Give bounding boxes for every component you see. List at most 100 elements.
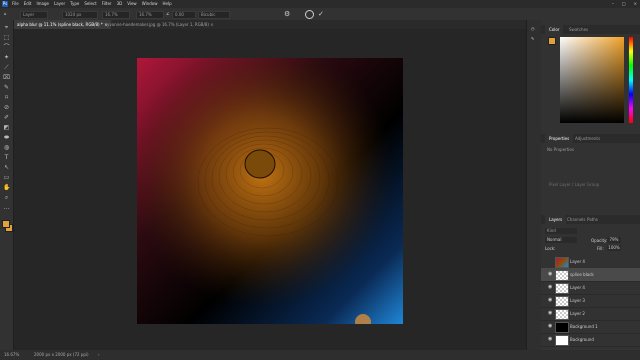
menu-type[interactable]: Type [70,0,79,8]
clone-stamp-icon[interactable]: ✐ [3,114,10,121]
interpolation-select[interactable]: Bicubic [198,11,230,19]
hand-tool-icon[interactable]: ✋ [3,184,10,191]
layer-thumbnail [555,335,569,346]
mode-select[interactable]: Layer [20,11,48,19]
layer-thumbnail [555,296,569,307]
menu-3d[interactable]: 3D [117,0,123,8]
angle-field[interactable]: 0.00 [172,11,196,19]
layers-panel-tabs: Layers Channels Paths [541,215,640,224]
minimize-button[interactable]: – [612,0,614,8]
document-canvas[interactable] [137,58,403,324]
menu-filter[interactable]: Filter [102,0,112,8]
layer-row[interactable]: ◉ Layer 2 [541,307,640,321]
properties-hint-text: Pixel Layer / Layer Group [549,182,600,187]
lasso-tool-icon[interactable]: ⌒ [3,44,10,51]
layer-name: Background [570,337,594,342]
no-properties-text: No Properties [547,147,574,152]
color-picker-field[interactable] [560,37,624,123]
marquee-tool-icon[interactable]: ⬚ [3,34,10,41]
visibility-eye-icon[interactable]: ◉ [548,294,552,307]
path-selection-icon[interactable]: ↖ [3,164,10,171]
menu-view[interactable]: View [127,0,137,8]
frame-tool-icon[interactable]: ⌧ [3,74,10,81]
commit-transform-icon[interactable]: ✓ [318,8,324,20]
layer-row[interactable]: Layer 4 [541,255,640,269]
layer-row[interactable]: ◉ Background [541,333,640,347]
zoom-tool-icon[interactable]: ⌕ [3,194,10,201]
layer-name: Layer 3 [570,298,585,303]
tab-properties[interactable]: Properties [545,134,574,143]
tab-adjustments[interactable]: Adjustments [571,134,604,143]
visibility-eye-icon[interactable]: ◉ [548,307,552,320]
visibility-eye-icon[interactable]: ◉ [548,268,552,281]
color-panel-swatch[interactable] [548,37,556,45]
history-icon[interactable]: ◷ [531,26,535,31]
tab-yvonne[interactable]: yvonne-hoedemaker.jpg @ 16.7% (Layer 1, … [104,20,217,29]
visibility-eye-icon[interactable]: ◉ [548,281,552,294]
fill-field[interactable]: 100% [607,245,621,251]
crop-tool-icon[interactable]: ⟋ [3,64,10,71]
layers-list: Layer 4 ◉ spline black ◉ Layer 4 ◉ Layer… [541,255,640,350]
layer-row[interactable]: ◉ Layer 3 [541,294,640,308]
cancel-transform-icon[interactable] [305,10,314,19]
layer-filter-kind[interactable]: Kind [545,228,577,234]
height-percent-field[interactable]: 16.7% [102,11,130,19]
layer-name: Background 1 [570,324,598,329]
healing-brush-icon[interactable]: ⌑ [3,94,10,101]
menu-select[interactable]: Select [84,0,96,8]
layer-thumbnail [555,283,569,294]
tab-swatches[interactable]: Swatches [565,25,592,34]
tab-close-icon[interactable]: × [210,22,213,27]
home-icon[interactable]: ⌂ [4,8,7,20]
canvas-artwork [137,58,403,324]
menu-layer[interactable]: Layer [54,0,65,8]
blend-mode-select[interactable]: Normal [545,237,577,243]
fill-label: Fill: [597,246,604,251]
window-controls: – □ × [612,0,637,8]
layer-row[interactable]: ◉ Layer 4 [541,281,640,295]
warp-icon[interactable]: ⚙ [284,8,290,20]
opacity-field[interactable]: 79% [607,237,621,243]
angle-icon: ∠ [166,11,170,16]
brush-tool-icon[interactable]: ⊘ [3,104,10,111]
visibility-eye-icon[interactable]: ◉ [548,320,552,333]
more-tools-icon[interactable]: … [3,204,10,211]
layer-row-selected[interactable]: ◉ spline black [541,268,640,282]
width-field[interactable]: 1024 px [62,11,98,19]
menu-edit[interactable]: Edit [24,0,32,8]
width-percent-field[interactable]: 16.7% [136,11,164,19]
app-logo: Ps [2,1,8,7]
type-tool-icon[interactable]: T [3,154,10,161]
menu-window[interactable]: Window [142,0,158,8]
document-size: 2000 px x 2000 px (72 ppi) [34,352,89,357]
menu-file[interactable]: File [12,0,19,8]
menu-image[interactable]: Image [36,0,49,8]
properties-panel-tabs: Properties Adjustments [541,134,640,143]
close-window-button[interactable]: × [634,0,637,8]
tab-alpha-blur[interactable]: alpha blur @ 11.1% (spline black, RGB/8)… [14,20,111,29]
layer-row[interactable]: ◉ Background 1 [541,320,640,334]
visibility-eye-icon[interactable]: ◉ [548,333,552,346]
magic-wand-icon[interactable]: ✦ [3,54,10,61]
move-tool-icon[interactable]: ⌖ [3,24,10,31]
status-bar: 16.67% 2000 px x 2000 px (72 ppi) › [0,350,640,360]
foreground-color-swatch[interactable] [2,220,10,228]
gradient-tool-icon[interactable]: ◍ [3,144,10,151]
rectangle-tool-icon[interactable]: ▭ [3,174,10,181]
maximize-button[interactable]: □ [622,0,626,8]
opacity-label: Opacity: [591,238,608,243]
layer-thumbnail [555,322,569,333]
eraser-tool-icon[interactable]: ⬬ [3,134,10,141]
tab-paths[interactable]: Paths [583,215,602,224]
eyedropper-icon[interactable]: ✎ [3,84,10,91]
status-menu-arrow[interactable]: › [98,350,100,360]
zoom-level[interactable]: 16.67% [4,350,19,360]
hue-slider[interactable] [629,37,633,123]
history-brush-icon[interactable]: ◩ [3,124,10,131]
color-panel-tabs: Color Swatches [541,25,640,34]
panel-dock: ◷ ✎ [526,20,542,350]
tab-color[interactable]: Color [545,25,564,34]
menu-bar: Ps File Edit Image Layer Type Select Fil… [0,0,640,8]
brush-settings-icon[interactable]: ✎ [531,36,534,41]
menu-help[interactable]: Help [162,0,171,8]
